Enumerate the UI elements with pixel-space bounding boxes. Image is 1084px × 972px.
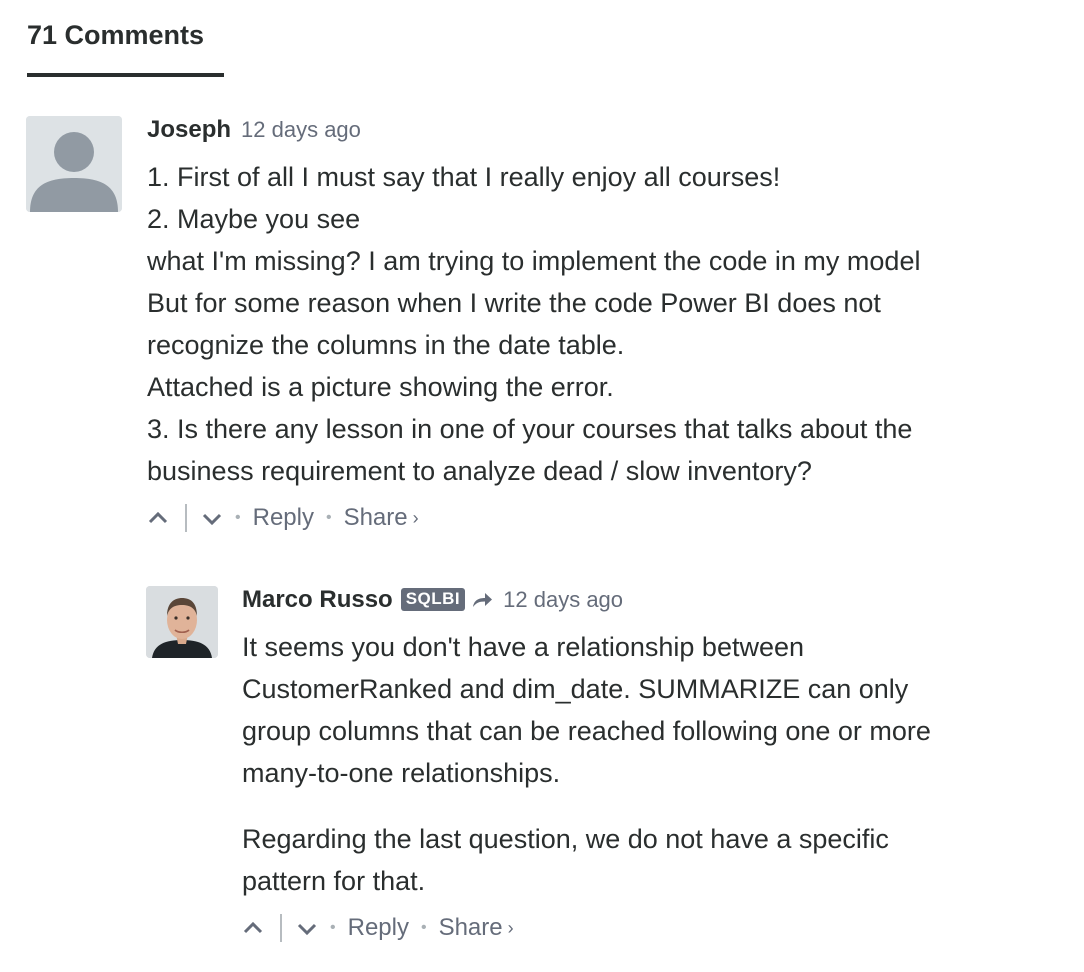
share-link[interactable]: Share: [344, 504, 408, 532]
comment-line: what I'm missing? I am trying to impleme…: [147, 246, 921, 276]
author-name[interactable]: Marco Russo: [242, 586, 393, 614]
comment-line: business requirement to analyze dead / s…: [147, 456, 812, 486]
comment-line: pattern for that.: [242, 866, 426, 896]
timestamp[interactable]: 12 days ago: [241, 117, 361, 143]
user-photo-avatar[interactable]: [146, 586, 218, 658]
comment-actions: • Reply • Share ›: [242, 908, 1062, 948]
separator-dot: •: [330, 919, 336, 936]
reply-link[interactable]: Reply: [253, 504, 314, 532]
upvote-icon[interactable]: [242, 917, 264, 939]
comment-body: Marco Russo SQLBI 12 days ago It seems y…: [242, 586, 1062, 948]
comment-line: 3. Is there any lesson in one of your co…: [147, 414, 913, 444]
author-name[interactable]: Joseph: [147, 116, 231, 144]
moderator-badge: SQLBI: [400, 588, 466, 611]
comment-line: Attached is a picture showing the error.: [147, 372, 614, 402]
vote-divider: [280, 914, 282, 942]
comment-text: It seems you don't have a relationship b…: [242, 626, 1062, 902]
comment-line: Regarding the last question, we do not h…: [242, 824, 889, 854]
default-avatar-icon[interactable]: [26, 116, 122, 212]
share-link[interactable]: Share: [439, 914, 503, 942]
reply-link[interactable]: Reply: [348, 914, 409, 942]
comment-line: many-to-one relationships.: [242, 758, 561, 788]
comment-line: But for some reason when I write the cod…: [147, 288, 881, 318]
comment-line: It seems you don't have a relationship b…: [242, 632, 805, 662]
comment-header: Marco Russo SQLBI 12 days ago: [242, 586, 1062, 626]
comment-line: CustomerRanked and dim_date. SUMMARIZE c…: [242, 674, 909, 704]
comment-line: 2. Maybe you see: [147, 204, 361, 234]
comments-count-tab[interactable]: 71 Comments: [27, 20, 224, 77]
separator-dot: •: [325, 509, 332, 526]
comment-actions: • Reply • Share ›: [147, 498, 1067, 538]
in-reply-to-icon[interactable]: [471, 591, 493, 609]
comment-body: Joseph 12 days ago 1. First of all I mus…: [147, 116, 1067, 538]
downvote-icon[interactable]: [201, 507, 223, 529]
timestamp[interactable]: 12 days ago: [503, 587, 623, 613]
comment-line: 1. First of all I must say that I really…: [147, 162, 781, 192]
chevron-right-icon: ›: [412, 507, 419, 528]
comment-text: 1. First of all I must say that I really…: [147, 156, 1067, 492]
downvote-icon[interactable]: [296, 917, 318, 939]
separator-dot: •: [420, 919, 427, 936]
comment-line: recognize the columns in the date table.: [147, 330, 625, 360]
comment-line: group columns that can be reached follow…: [242, 716, 931, 746]
separator-dot: •: [235, 509, 241, 526]
comment-header: Joseph 12 days ago: [147, 116, 1067, 156]
chevron-right-icon: ›: [507, 917, 514, 938]
upvote-icon[interactable]: [147, 507, 169, 529]
vote-divider: [185, 504, 187, 532]
